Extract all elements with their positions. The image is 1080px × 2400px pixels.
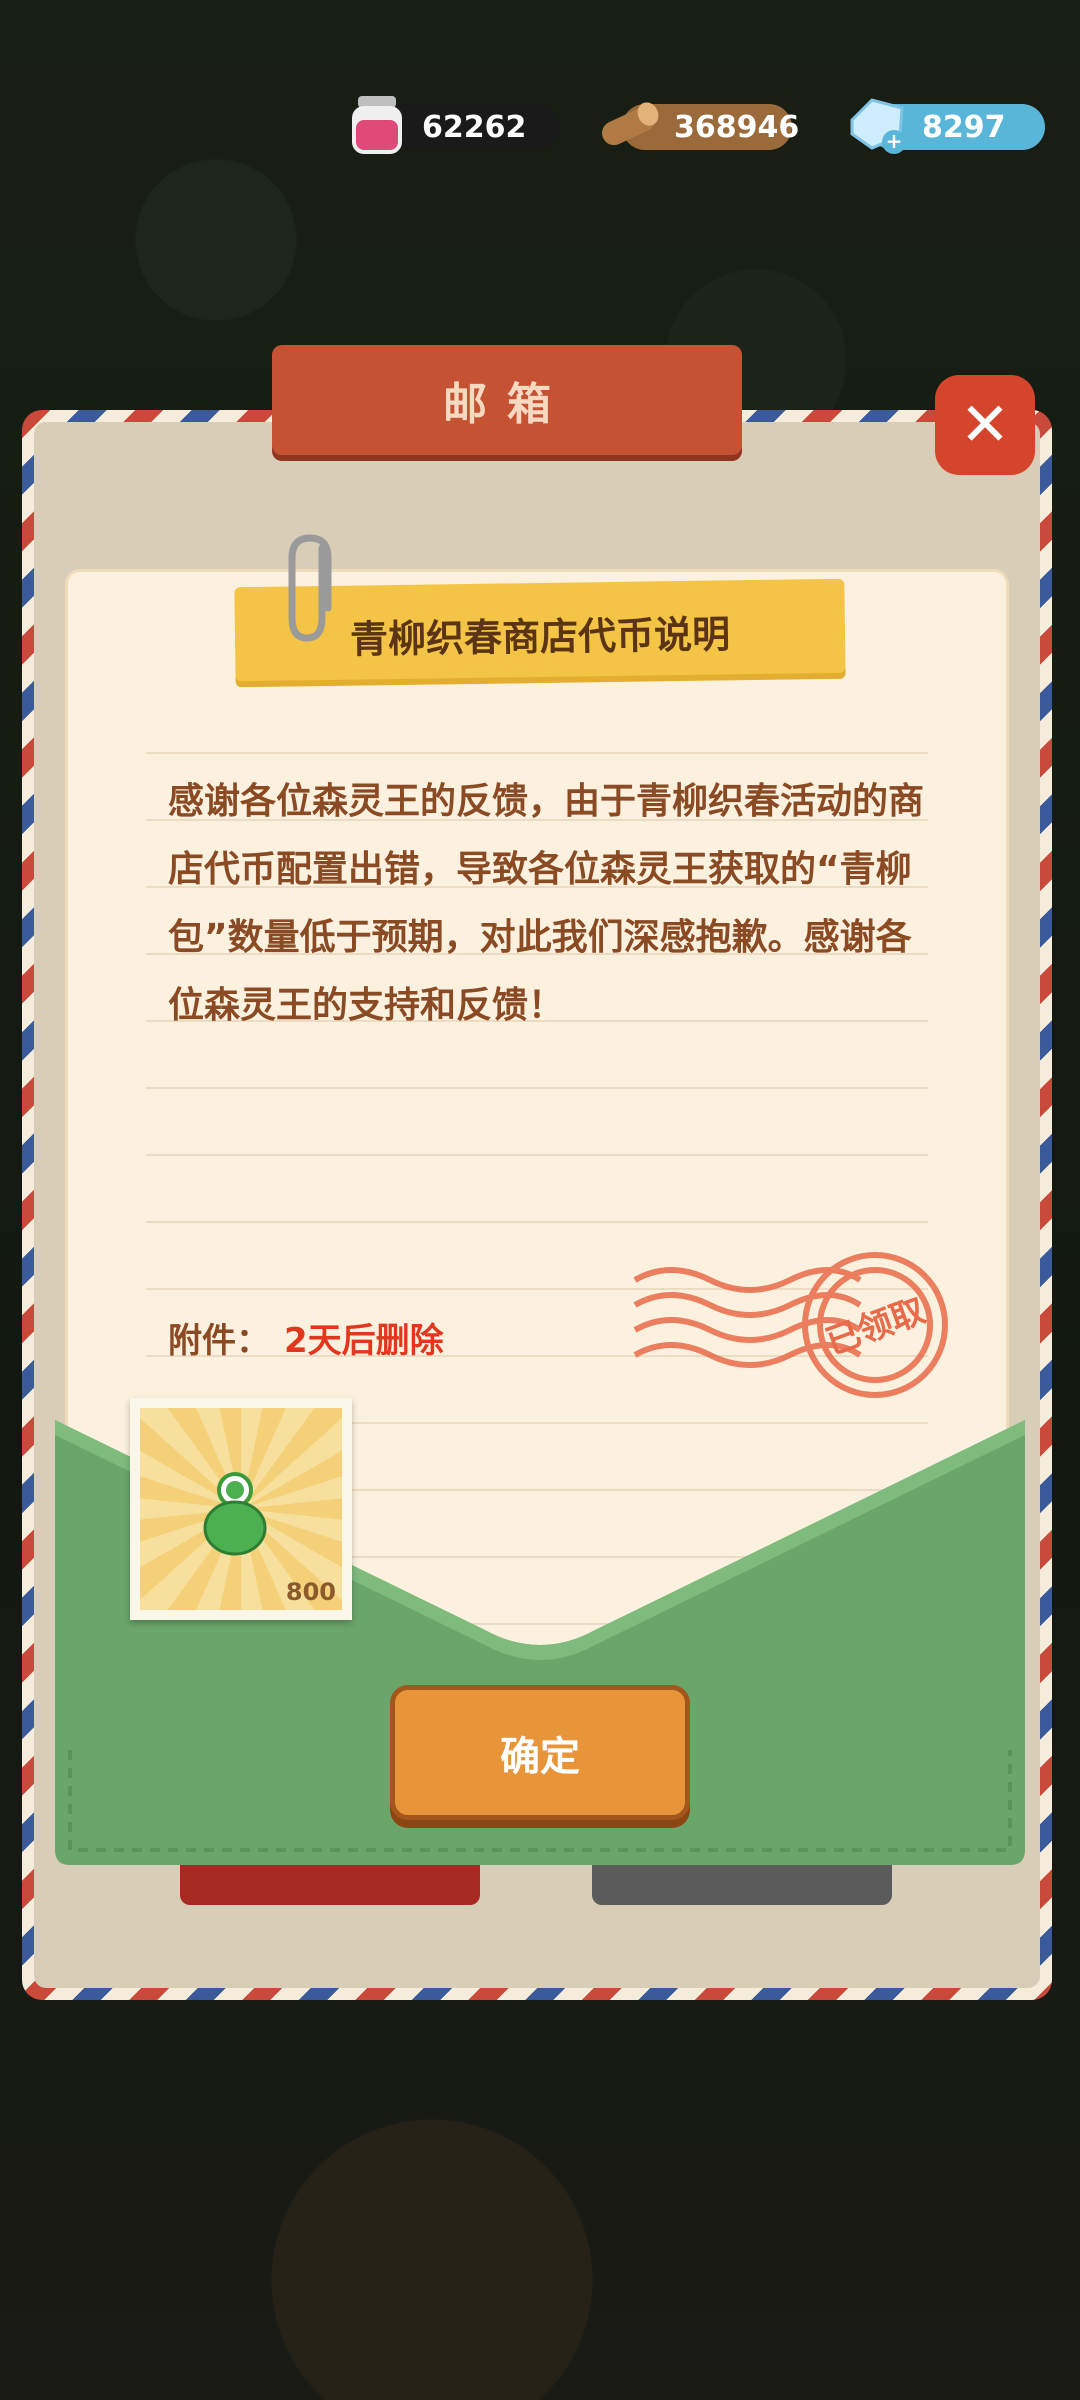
currency-crystal[interactable]: + 8297 [850, 98, 1045, 154]
item-background: 800 [140, 1408, 342, 1610]
wood-log-icon [602, 102, 659, 146]
attachment-item[interactable]: 800 [130, 1398, 352, 1620]
confirm-button[interactable]: 确定 [390, 1685, 690, 1820]
close-icon: ✕ [959, 390, 1011, 460]
currency-wood[interactable]: 368946 [602, 102, 799, 150]
letter-title: 青柳织春商店代币说明 [349, 611, 731, 662]
letter-body: 感谢各位森灵王的反馈，由于青柳织春活动的商店代币配置出错，导致各位森灵王获取的“… [168, 781, 925, 1026]
currency-jam[interactable]: 62262 [352, 96, 560, 154]
attachment-label: 附件： [168, 1321, 270, 1361]
confirm-label: 确定 [500, 1733, 580, 1780]
svg-text:+: + [886, 129, 903, 153]
item-count: 800 [285, 1578, 336, 1606]
delete-notice: 2天后删除 [284, 1321, 444, 1361]
mailbox-title: 邮箱 [272, 345, 742, 455]
close-button[interactable]: ✕ [935, 375, 1035, 475]
crystal-icon: + [850, 98, 906, 154]
green-bag-icon [203, 1472, 267, 1556]
claimed-stamp: 已领取 [633, 1252, 948, 1398]
stamp-text: 已领取 [821, 1291, 931, 1363]
attachment-row: 附件： 2天后删除 [168, 1313, 444, 1362]
jam-jar-icon [352, 96, 402, 154]
paperclip-icon [288, 534, 332, 642]
